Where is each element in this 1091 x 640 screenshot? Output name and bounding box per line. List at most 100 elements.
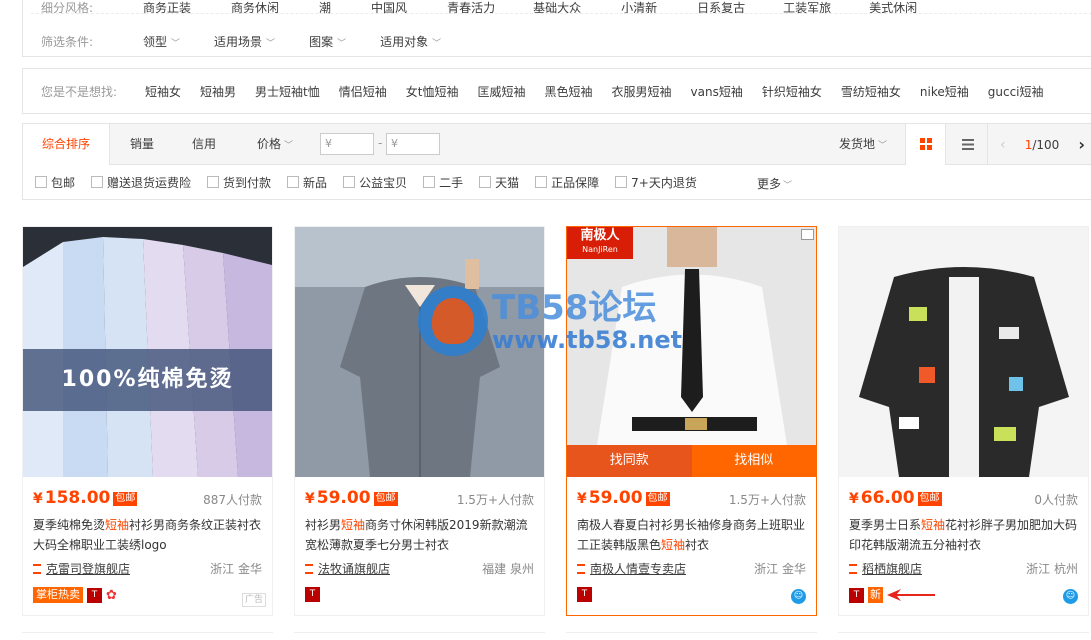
badges: T [305, 587, 320, 602]
suggest-link[interactable]: 雪纺短袖女 [841, 83, 901, 100]
free-shipping-badge: 包邮 [917, 492, 942, 506]
checkbox-icon [207, 176, 220, 188]
suggest-link[interactable]: 针织短袖女 [762, 83, 822, 100]
shop-link[interactable]: 稻栖旗舰店 [849, 560, 922, 577]
suggest-link[interactable]: 短袖男 [200, 83, 236, 100]
brand-name-en: NanJiRen [582, 245, 618, 254]
shop-link[interactable]: 南极人情壹专卖店 [577, 560, 686, 577]
wangwang-icon[interactable]: ☺ [1063, 589, 1078, 604]
location-dropdown[interactable]: 发货地 ﹀ [828, 124, 898, 165]
suggest-link[interactable]: 男士短袖t恤 [255, 83, 320, 100]
collar-dropdown[interactable]: 领型 ﹀ [143, 33, 180, 50]
deal-count: 1.5万+人付款 [456, 493, 534, 507]
suggest-link[interactable]: 衣服男短袖 [612, 83, 672, 100]
chevron-down-icon: ﹀ [171, 38, 181, 49]
pager: ‹ 1/100 › [987, 124, 1091, 165]
scene-dropdown[interactable]: 适用场景 ﹀ [214, 33, 275, 50]
filter-label: 正品保障 [551, 175, 600, 190]
find-same-button[interactable]: 找同款 [567, 445, 692, 477]
deal-count: 1.5万+人付款 [728, 493, 806, 507]
hot-seller-tag: 掌柜热卖 [33, 587, 83, 603]
price-value: 59.00 [588, 488, 643, 508]
product-title[interactable]: 衬衫男短袖商务寸休闲韩版2019新款潮流宽松薄款夏季七分男士衬衣 [305, 515, 537, 555]
grid-icon [920, 138, 932, 150]
product-price: ¥66.00 包邮 [849, 488, 942, 508]
title-highlight: 短袖 [921, 518, 946, 532]
next-row-card [22, 632, 273, 633]
filter-label: 筛选条件: [41, 34, 94, 49]
product-image[interactable] [839, 227, 1088, 477]
product-title[interactable]: 夏季男士日系短袖花衬衫胖子男加肥加大码印花韩版潮流五分袖衬衣 [849, 515, 1081, 555]
product-price: ¥59.00 包邮 [577, 488, 670, 508]
free-shipping-badge: 包邮 [645, 492, 670, 506]
filter-checkbox[interactable]: 公益宝贝 [343, 174, 407, 191]
product-card[interactable]: ¥66.00 包邮 0人付款 夏季男士日系短袖花衬衫胖子男加肥加大码印花韩版潮流五… [838, 226, 1089, 616]
brand-name: 南极人 [580, 228, 620, 243]
title-text: 夏季男士日系 [849, 518, 922, 532]
dropdown-label: 领型 [143, 34, 168, 49]
suggest-link[interactable]: 短袖女 [145, 83, 181, 100]
more-filters-button[interactable]: 更多 ﹀ [757, 175, 792, 192]
sort-tab-credit[interactable]: 信用 [173, 124, 235, 165]
sort-tab-default[interactable]: 综合排序 [23, 124, 110, 165]
compare-icon[interactable] [801, 229, 814, 240]
product-card[interactable]: 100%纯棉免烫 ¥158.00 包邮 887人付款 夏季纯棉免烫短袖衬衫男商务条… [22, 226, 273, 616]
price-from-input[interactable]: ¥ [320, 133, 374, 155]
shirts-photo [23, 227, 272, 477]
currency-symbol: ¥ [33, 491, 43, 507]
product-title[interactable]: 夏季纯棉免烫短袖衬衫男商务条纹正装衬衣大码全棉职业工装绣logo [33, 515, 265, 555]
flower-icon: ✿ [106, 587, 117, 603]
price-label: 价格 [256, 137, 281, 151]
pattern-dropdown[interactable]: 图案 ﹀ [309, 33, 346, 50]
wangwang-icon[interactable]: ☺ [791, 589, 806, 604]
more-label: 更多 [757, 177, 782, 191]
next-page-icon[interactable]: › [1078, 135, 1085, 154]
sort-tab-sales[interactable]: 销量 [111, 124, 173, 165]
checkbox-icon [615, 176, 628, 188]
suggest-link[interactable]: 情侣短袖 [339, 83, 387, 100]
find-similar-button[interactable]: 找相似 [691, 445, 816, 477]
tmall-icon: T [87, 587, 102, 603]
filter-checkbox[interactable]: 正品保障 [535, 174, 599, 191]
suggest-link[interactable]: vans短袖 [691, 83, 743, 100]
filter-label: 包邮 [51, 175, 76, 190]
checkbox-icon [535, 176, 548, 188]
product-image[interactable]: 100%纯棉免烫 [23, 227, 272, 477]
suggest-link[interactable]: gucci短袖 [988, 83, 1044, 100]
filter-checkbox[interactable]: 7+天内退货 [615, 174, 697, 191]
audience-dropdown[interactable]: 适用对象 ﹀ [380, 33, 441, 50]
shop-link[interactable]: 法牧诵旗舰店 [305, 560, 390, 577]
deal-count: 887人付款 [203, 493, 262, 507]
grid-view-button[interactable] [905, 124, 946, 165]
suggest-link[interactable]: 黑色短袖 [545, 83, 593, 100]
prev-page-icon[interactable]: ‹ [1000, 137, 1006, 153]
shop-icon [33, 564, 41, 574]
price-to-input[interactable]: ¥ [386, 133, 440, 155]
dropdown-label: 图案 [309, 34, 334, 49]
page-indicator: 1/100 [1025, 138, 1060, 152]
suggest-link[interactable]: nike短袖 [920, 83, 969, 100]
filter-checkbox[interactable]: 天猫 [479, 174, 519, 191]
filter-label: 天猫 [495, 175, 520, 190]
filter-row: 筛选条件: 领型 ﹀ 适用场景 ﹀ 图案 ﹀ 适用对象 ﹀ [41, 27, 475, 55]
similar-bar: 找同款 找相似 [567, 445, 816, 477]
sort-tab-price[interactable]: 价格 ﹀ [235, 124, 315, 165]
watermark-title: TB58论坛 [492, 288, 657, 328]
filter-checkbox[interactable]: 新品 [287, 174, 327, 191]
shop-name: 法牧诵旗舰店 [318, 562, 391, 576]
filter-checkbox[interactable]: 包邮 [35, 174, 75, 191]
shop-link[interactable]: 克雷司登旗舰店 [33, 560, 130, 577]
ship-location: 浙江 金华 [210, 562, 262, 576]
suggest-link[interactable]: 女t恤短袖 [406, 83, 459, 100]
filter-checkbox[interactable]: 货到付款 [207, 174, 271, 191]
filter-checkbox[interactable]: 赠送退货运费险 [91, 174, 191, 191]
title-text: 夏季纯棉免烫 [33, 518, 106, 532]
filter-label: 公益宝贝 [359, 175, 408, 190]
title-highlight: 短袖 [105, 518, 130, 532]
filter-checkbox[interactable]: 二手 [423, 174, 463, 191]
product-title[interactable]: 南极人春夏白衬衫男长袖修身商务上班职业工正装韩版黑色短袖衬衣 [577, 515, 809, 555]
suggest-link[interactable]: 匡威短袖 [477, 83, 525, 100]
currency-symbol: ¥ [305, 491, 315, 507]
suggest-label: 您是不是想找: [41, 84, 118, 99]
list-view-button[interactable] [947, 124, 987, 165]
